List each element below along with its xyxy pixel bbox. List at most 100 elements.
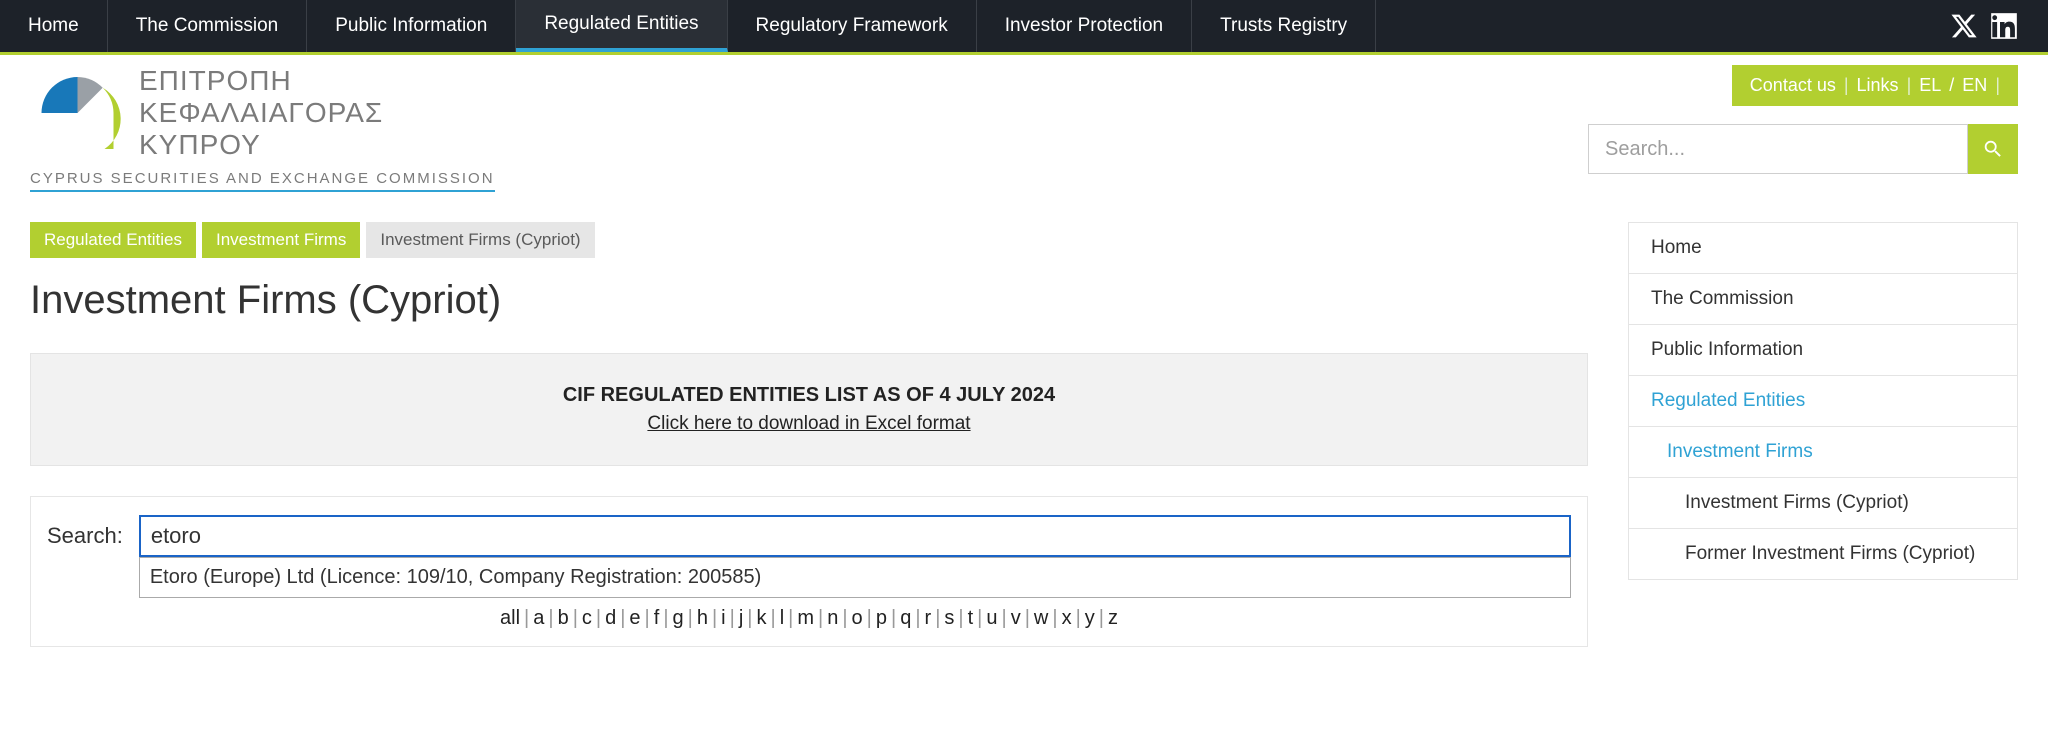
alpha-sep: | — [684, 607, 697, 629]
alpha-link-i[interactable]: i — [721, 607, 725, 629]
alpha-link-k[interactable]: k — [756, 607, 766, 629]
side-home[interactable]: Home — [1629, 223, 2017, 274]
alpha-link-s[interactable]: s — [944, 607, 954, 629]
page-title: Investment Firms (Cypriot) — [30, 278, 1588, 323]
entity-search-row: Search: Etoro (Europe) Ltd (Licence: 109… — [47, 515, 1571, 557]
alpha-sep: | — [838, 607, 851, 629]
alpha-link-o[interactable]: o — [852, 607, 863, 629]
alpha-sep: | — [743, 607, 756, 629]
entity-search-label: Search: — [47, 523, 123, 549]
side-menu: Home The Commission Public Information R… — [1628, 222, 2018, 580]
logo-row: ΕΠΙΤΡΟΠΗ ΚΕΦΑΛΑΙΑΓΟΡΑΣ ΚΥΠΡΟΥ — [30, 65, 383, 162]
alpha-link-y[interactable]: y — [1085, 607, 1095, 629]
contact-us-link[interactable]: Contact us — [1750, 75, 1836, 96]
alpha-sep: | — [998, 607, 1011, 629]
side-investment-firms[interactable]: Investment Firms — [1629, 427, 2017, 478]
alpha-sep: | — [659, 607, 672, 629]
alpha-link-d[interactable]: d — [605, 607, 616, 629]
top-nav-items: Home The Commission Public Information R… — [0, 0, 1376, 52]
alpha-link-c[interactable]: c — [582, 607, 592, 629]
side-regulated-entities[interactable]: Regulated Entities — [1629, 376, 2017, 427]
alpha-sep: | — [616, 607, 629, 629]
entity-search-form: Search: Etoro (Europe) Ltd (Licence: 109… — [30, 496, 1588, 647]
alpha-sep: | — [784, 607, 797, 629]
alpha-sep: | — [814, 607, 827, 629]
alpha-link-z[interactable]: z — [1108, 607, 1118, 629]
nav-regulatory-framework[interactable]: Regulatory Framework — [728, 0, 977, 52]
alpha-sep: | — [1095, 607, 1108, 629]
lang-el-link[interactable]: EL — [1919, 75, 1941, 96]
download-heading: CIF REGULATED ENTITIES LIST AS OF 4 JULY… — [61, 384, 1557, 407]
alpha-sep: | — [641, 607, 654, 629]
logo-block: ΕΠΙΤΡΟΠΗ ΚΕΦΑΛΑΙΑΓΟΡΑΣ ΚΥΠΡΟΥ CYPRUS SEC… — [30, 65, 495, 192]
lang-sep: | — [1844, 75, 1849, 96]
alpha-sep: | — [1072, 607, 1085, 629]
main-wrap: Regulated Entities Investment Firms Inve… — [0, 192, 2048, 677]
alpha-sep: | — [931, 607, 944, 629]
suggestion-item[interactable]: Etoro (Europe) Ltd (Licence: 109/10, Com… — [140, 558, 1570, 597]
alpha-link-e[interactable]: e — [629, 607, 640, 629]
search-icon — [1982, 138, 2004, 160]
linkedin-icon[interactable] — [1990, 12, 2018, 40]
top-nav: Home The Commission Public Information R… — [0, 0, 2048, 55]
header-right: Contact us | Links | EL / EN | — [1588, 65, 2018, 174]
lang-sep: | — [1907, 75, 1912, 96]
alpha-sep: | — [520, 607, 533, 629]
header-search — [1588, 124, 2018, 174]
alpha-sep: | — [887, 607, 900, 629]
header-search-input[interactable] — [1588, 124, 1968, 174]
alpha-sep: | — [973, 607, 986, 629]
download-box: CIF REGULATED ENTITIES LIST AS OF 4 JULY… — [30, 353, 1588, 466]
logo-subtitle: CYPRUS SECURITIES AND EXCHANGE COMMISSIO… — [30, 170, 495, 192]
alpha-link-u[interactable]: u — [986, 607, 997, 629]
lang-sep: | — [1995, 75, 2000, 96]
crumb-regulated-entities[interactable]: Regulated Entities — [30, 222, 196, 258]
logo-greek-line3: ΚΥΠΡΟΥ — [139, 129, 383, 161]
alpha-sep: | — [1048, 607, 1061, 629]
alpha-sep: | — [569, 607, 582, 629]
side-investment-firms-cypriot[interactable]: Investment Firms (Cypriot) — [1629, 478, 2017, 529]
download-link[interactable]: Click here to download in Excel format — [61, 413, 1557, 435]
alpha-link-m[interactable]: m — [797, 607, 814, 629]
x-twitter-icon[interactable] — [1950, 12, 1978, 40]
side-public-information[interactable]: Public Information — [1629, 325, 2017, 376]
alpha-link-all[interactable]: all — [500, 607, 520, 629]
alpha-sep: | — [726, 607, 739, 629]
alpha-sep: | — [592, 607, 605, 629]
alpha-link-q[interactable]: q — [900, 607, 911, 629]
alpha-link-g[interactable]: g — [673, 607, 684, 629]
alpha-link-p[interactable]: p — [876, 607, 887, 629]
crumb-investment-firms[interactable]: Investment Firms — [202, 222, 360, 258]
nav-spacer — [1376, 0, 1950, 52]
links-link[interactable]: Links — [1857, 75, 1899, 96]
nav-home[interactable]: Home — [0, 0, 108, 52]
alpha-link-b[interactable]: b — [558, 607, 569, 629]
nav-regulated-entities[interactable]: Regulated Entities — [516, 0, 727, 52]
alpha-link-a[interactable]: a — [533, 607, 544, 629]
nav-investor-protection[interactable]: Investor Protection — [977, 0, 1192, 52]
side-column: Home The Commission Public Information R… — [1628, 222, 2018, 647]
header: ΕΠΙΤΡΟΠΗ ΚΕΦΑΛΑΙΑΓΟΡΑΣ ΚΥΠΡΟΥ CYPRUS SEC… — [0, 55, 2048, 192]
side-former-investment-firms[interactable]: Former Investment Firms (Cypriot) — [1629, 529, 2017, 579]
logo-greek-line1: ΕΠΙΤΡΟΠΗ — [139, 65, 383, 97]
nav-public-information[interactable]: Public Information — [307, 0, 516, 52]
alpha-link-w[interactable]: w — [1034, 607, 1048, 629]
alpha-link-x[interactable]: x — [1062, 607, 1072, 629]
alpha-sep: | — [708, 607, 721, 629]
lang-en-link[interactable]: EN — [1962, 75, 1987, 96]
nav-trusts-registry[interactable]: Trusts Registry — [1192, 0, 1376, 52]
entity-search-input-wrap: Etoro (Europe) Ltd (Licence: 109/10, Com… — [139, 515, 1571, 557]
alpha-link-n[interactable]: n — [827, 607, 838, 629]
alpha-link-v[interactable]: v — [1011, 607, 1021, 629]
header-search-button[interactable] — [1968, 124, 2018, 174]
alpha-sep: | — [954, 607, 967, 629]
cysec-logo-icon — [30, 68, 125, 158]
side-commission[interactable]: The Commission — [1629, 274, 2017, 325]
alpha-sep: | — [766, 607, 779, 629]
entity-search-input[interactable] — [139, 515, 1571, 557]
suggestion-dropdown: Etoro (Europe) Ltd (Licence: 109/10, Com… — [139, 557, 1571, 598]
breadcrumb: Regulated Entities Investment Firms Inve… — [30, 222, 1588, 258]
alpha-link-h[interactable]: h — [697, 607, 708, 629]
alpha-sep: | — [911, 607, 924, 629]
nav-commission[interactable]: The Commission — [108, 0, 308, 52]
